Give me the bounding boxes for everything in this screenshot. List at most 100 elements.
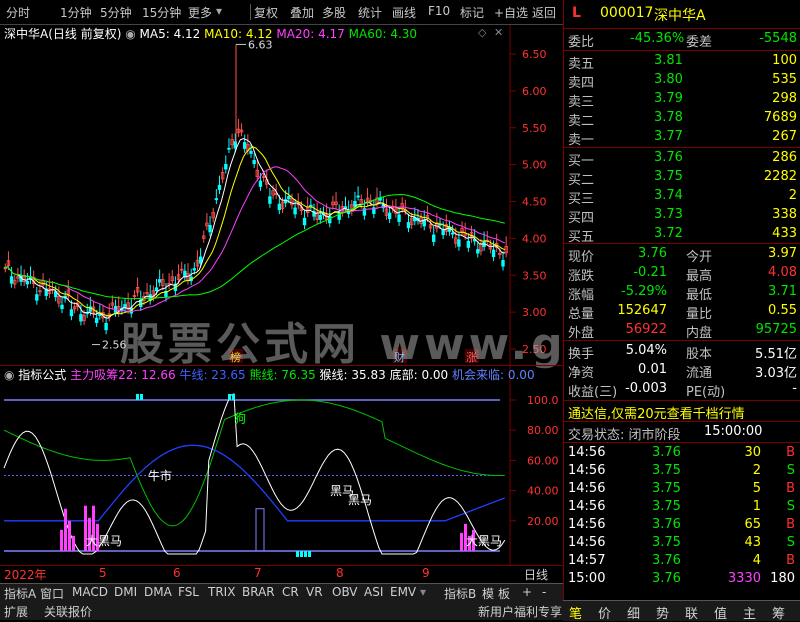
candle-body bbox=[252, 160, 256, 165]
tab-dma[interactable]: DMA bbox=[144, 585, 172, 599]
candle-body bbox=[224, 163, 228, 170]
stat-value: -0.003 bbox=[625, 381, 667, 396]
stat-value: 0.55 bbox=[768, 303, 797, 318]
stock-title: 深中华A(日线 前复权) bbox=[4, 27, 122, 41]
buy-row[interactable]: 买二 3.75 2282 bbox=[564, 168, 800, 188]
candle-body bbox=[9, 276, 14, 284]
toolbar-right-1[interactable]: 叠加 bbox=[290, 4, 314, 21]
tab-asi[interactable]: ASI bbox=[364, 585, 383, 599]
sell-row[interactable]: 卖三 3.79 298 bbox=[564, 90, 800, 110]
sell-row[interactable]: 卖一 3.77 267 bbox=[564, 128, 800, 148]
indicator-chart[interactable]: 100.0 80.00 60.00 40.00 20.00 牛市 黑马 黑马 大黑马 大黑马狗 ◉… bbox=[0, 365, 563, 565]
indicator-bar bbox=[60, 529, 63, 551]
sell-row[interactable]: 卖二 3.78 7689 bbox=[564, 109, 800, 129]
tab-brar[interactable]: BRAR bbox=[242, 585, 275, 599]
toolbar-right-5[interactable]: F10 bbox=[428, 4, 450, 18]
tab-emv[interactable]: EMV bbox=[390, 585, 416, 599]
expand-button[interactable]: 扩展 bbox=[4, 603, 28, 620]
buy-volume: 286 bbox=[772, 150, 797, 165]
tab-mo[interactable]: 模 bbox=[482, 585, 494, 602]
tab-window[interactable]: 窗口 bbox=[40, 585, 64, 602]
stat-label: 换手 bbox=[568, 347, 595, 362]
tab-macd[interactable]: MACD bbox=[72, 585, 108, 599]
quote-tab[interactable]: 主 bbox=[743, 603, 756, 622]
toolbar-right-6[interactable]: 标记 bbox=[460, 4, 484, 21]
quote-tab[interactable]: 价 bbox=[598, 603, 611, 622]
candle-body bbox=[287, 196, 291, 200]
toolbar-right-2[interactable]: 多股 bbox=[322, 4, 346, 21]
candle-body bbox=[441, 229, 445, 236]
stat-label: 收益(三) bbox=[568, 385, 618, 400]
tab-obv[interactable]: OBV bbox=[332, 585, 358, 599]
toolbar-right-0[interactable]: 复权 bbox=[254, 4, 278, 21]
stat-value: 3.76 bbox=[638, 246, 667, 261]
sell-row[interactable]: 卖四 3.80 535 bbox=[564, 71, 800, 91]
tab-ban[interactable]: 板 bbox=[498, 585, 510, 602]
tick-row: 14:56 3.75 1 S bbox=[564, 498, 800, 517]
toolbar-left-2[interactable]: 5分钟 bbox=[100, 4, 132, 21]
quote-tab[interactable]: 细 bbox=[627, 603, 640, 622]
close-icon[interactable]: ✕ bbox=[494, 26, 503, 39]
tab-trix[interactable]: TRIX bbox=[208, 585, 235, 599]
plus-icon[interactable]: + bbox=[522, 585, 532, 599]
toolbar-left-1[interactable]: 1分钟 bbox=[60, 4, 92, 21]
tab-vr[interactable]: VR bbox=[306, 585, 323, 599]
y-tick-label: 80.00 bbox=[527, 424, 559, 437]
kline-chart[interactable]: 6.50 6.00 5.50 5.00 4.50 4.00 3.50 3.00 2.50 6.63… bbox=[0, 25, 796, 370]
toolbar-left-4[interactable]: 更多 bbox=[188, 4, 212, 21]
tick-row: 14:57 3.76 4 B bbox=[564, 552, 800, 571]
related-quote-button[interactable]: 关联报价 bbox=[44, 603, 92, 620]
sell-label: 卖四 bbox=[568, 76, 595, 91]
stat-label: 内盘 bbox=[686, 326, 713, 341]
indicator-niu: 牛线: 23.65 bbox=[179, 368, 246, 382]
buy-row[interactable]: 买五 3.72 433 bbox=[564, 225, 800, 245]
tab-fsl[interactable]: FSL bbox=[178, 585, 199, 599]
candle-body bbox=[476, 249, 480, 254]
stat-row: 外盘 56922 内盘 95725 bbox=[564, 321, 800, 341]
period-label[interactable]: 日线 bbox=[524, 566, 548, 583]
promo-link[interactable]: 新用户福利专享 bbox=[478, 603, 562, 620]
toolbar-left-3[interactable]: 15分钟 bbox=[142, 4, 181, 21]
buy-row[interactable]: 买一 3.76 286 bbox=[564, 149, 800, 169]
tab-zbB[interactable]: 指标B bbox=[444, 585, 476, 602]
quote-tab[interactable]: 值 bbox=[714, 603, 727, 622]
stat-label: 股本 bbox=[686, 347, 713, 362]
ad-banner[interactable]: 通达信,仅需20元查看千档行情 bbox=[564, 402, 800, 422]
tick-row: 15:00 3.76 3330 180 bbox=[564, 570, 800, 589]
indicator-line bbox=[3, 399, 505, 527]
stat-label: PE(动) bbox=[686, 385, 726, 400]
chevron-down-icon[interactable]: ▾ bbox=[216, 4, 222, 18]
diamond-icon[interactable]: ◇ bbox=[478, 26, 486, 39]
tick-price: 3.75 bbox=[652, 463, 681, 478]
toolbar-left-0[interactable]: 分时 bbox=[6, 4, 30, 21]
buy-row[interactable]: 买三 3.74 2 bbox=[564, 187, 800, 207]
y-tick-label: 6.50 bbox=[522, 48, 547, 61]
quote-tab[interactable]: 势 bbox=[656, 603, 669, 622]
chevron-down-icon[interactable]: ▾ bbox=[420, 585, 426, 599]
settings-icon[interactable]: ◉ bbox=[125, 27, 139, 41]
y-tick-label: 5.50 bbox=[522, 122, 547, 135]
ad-text[interactable]: 通达信,仅需20元查看千档行情 bbox=[568, 403, 745, 422]
buy-row[interactable]: 买四 3.73 338 bbox=[564, 206, 800, 226]
settings-icon[interactable]: ◉ bbox=[4, 368, 18, 382]
toolbar-right-8[interactable]: 返回 bbox=[532, 4, 556, 21]
toolbar-right-4[interactable]: 画线 bbox=[392, 4, 416, 21]
tick-volume: 30 bbox=[744, 445, 761, 460]
tab-cr[interactable]: CR bbox=[282, 585, 299, 599]
minus-icon[interactable]: - bbox=[542, 585, 546, 599]
toolbar-right-3[interactable]: 统计 bbox=[358, 4, 382, 21]
tick-side: S bbox=[786, 463, 795, 478]
weibi-row: 委比 -45.36% 委差 -5548 bbox=[564, 30, 800, 50]
sell-row[interactable]: 卖五 3.81 100 bbox=[564, 52, 800, 72]
toolbar-right-7[interactable]: +自选 bbox=[494, 4, 528, 21]
candle-body bbox=[214, 198, 219, 201]
tab-zbA[interactable]: 指标A bbox=[4, 585, 36, 602]
tab-dmi[interactable]: DMI bbox=[114, 585, 137, 599]
tick-volume: 43 bbox=[744, 535, 761, 550]
quote-tab[interactable]: 笔 bbox=[569, 603, 582, 622]
sell-volume: 100 bbox=[772, 53, 797, 68]
weicha-label: 委差 bbox=[686, 35, 713, 50]
quote-tab[interactable]: 筹 bbox=[772, 603, 785, 622]
y-tick-label: 6.00 bbox=[522, 85, 547, 98]
quote-tab[interactable]: 联 bbox=[685, 603, 698, 622]
